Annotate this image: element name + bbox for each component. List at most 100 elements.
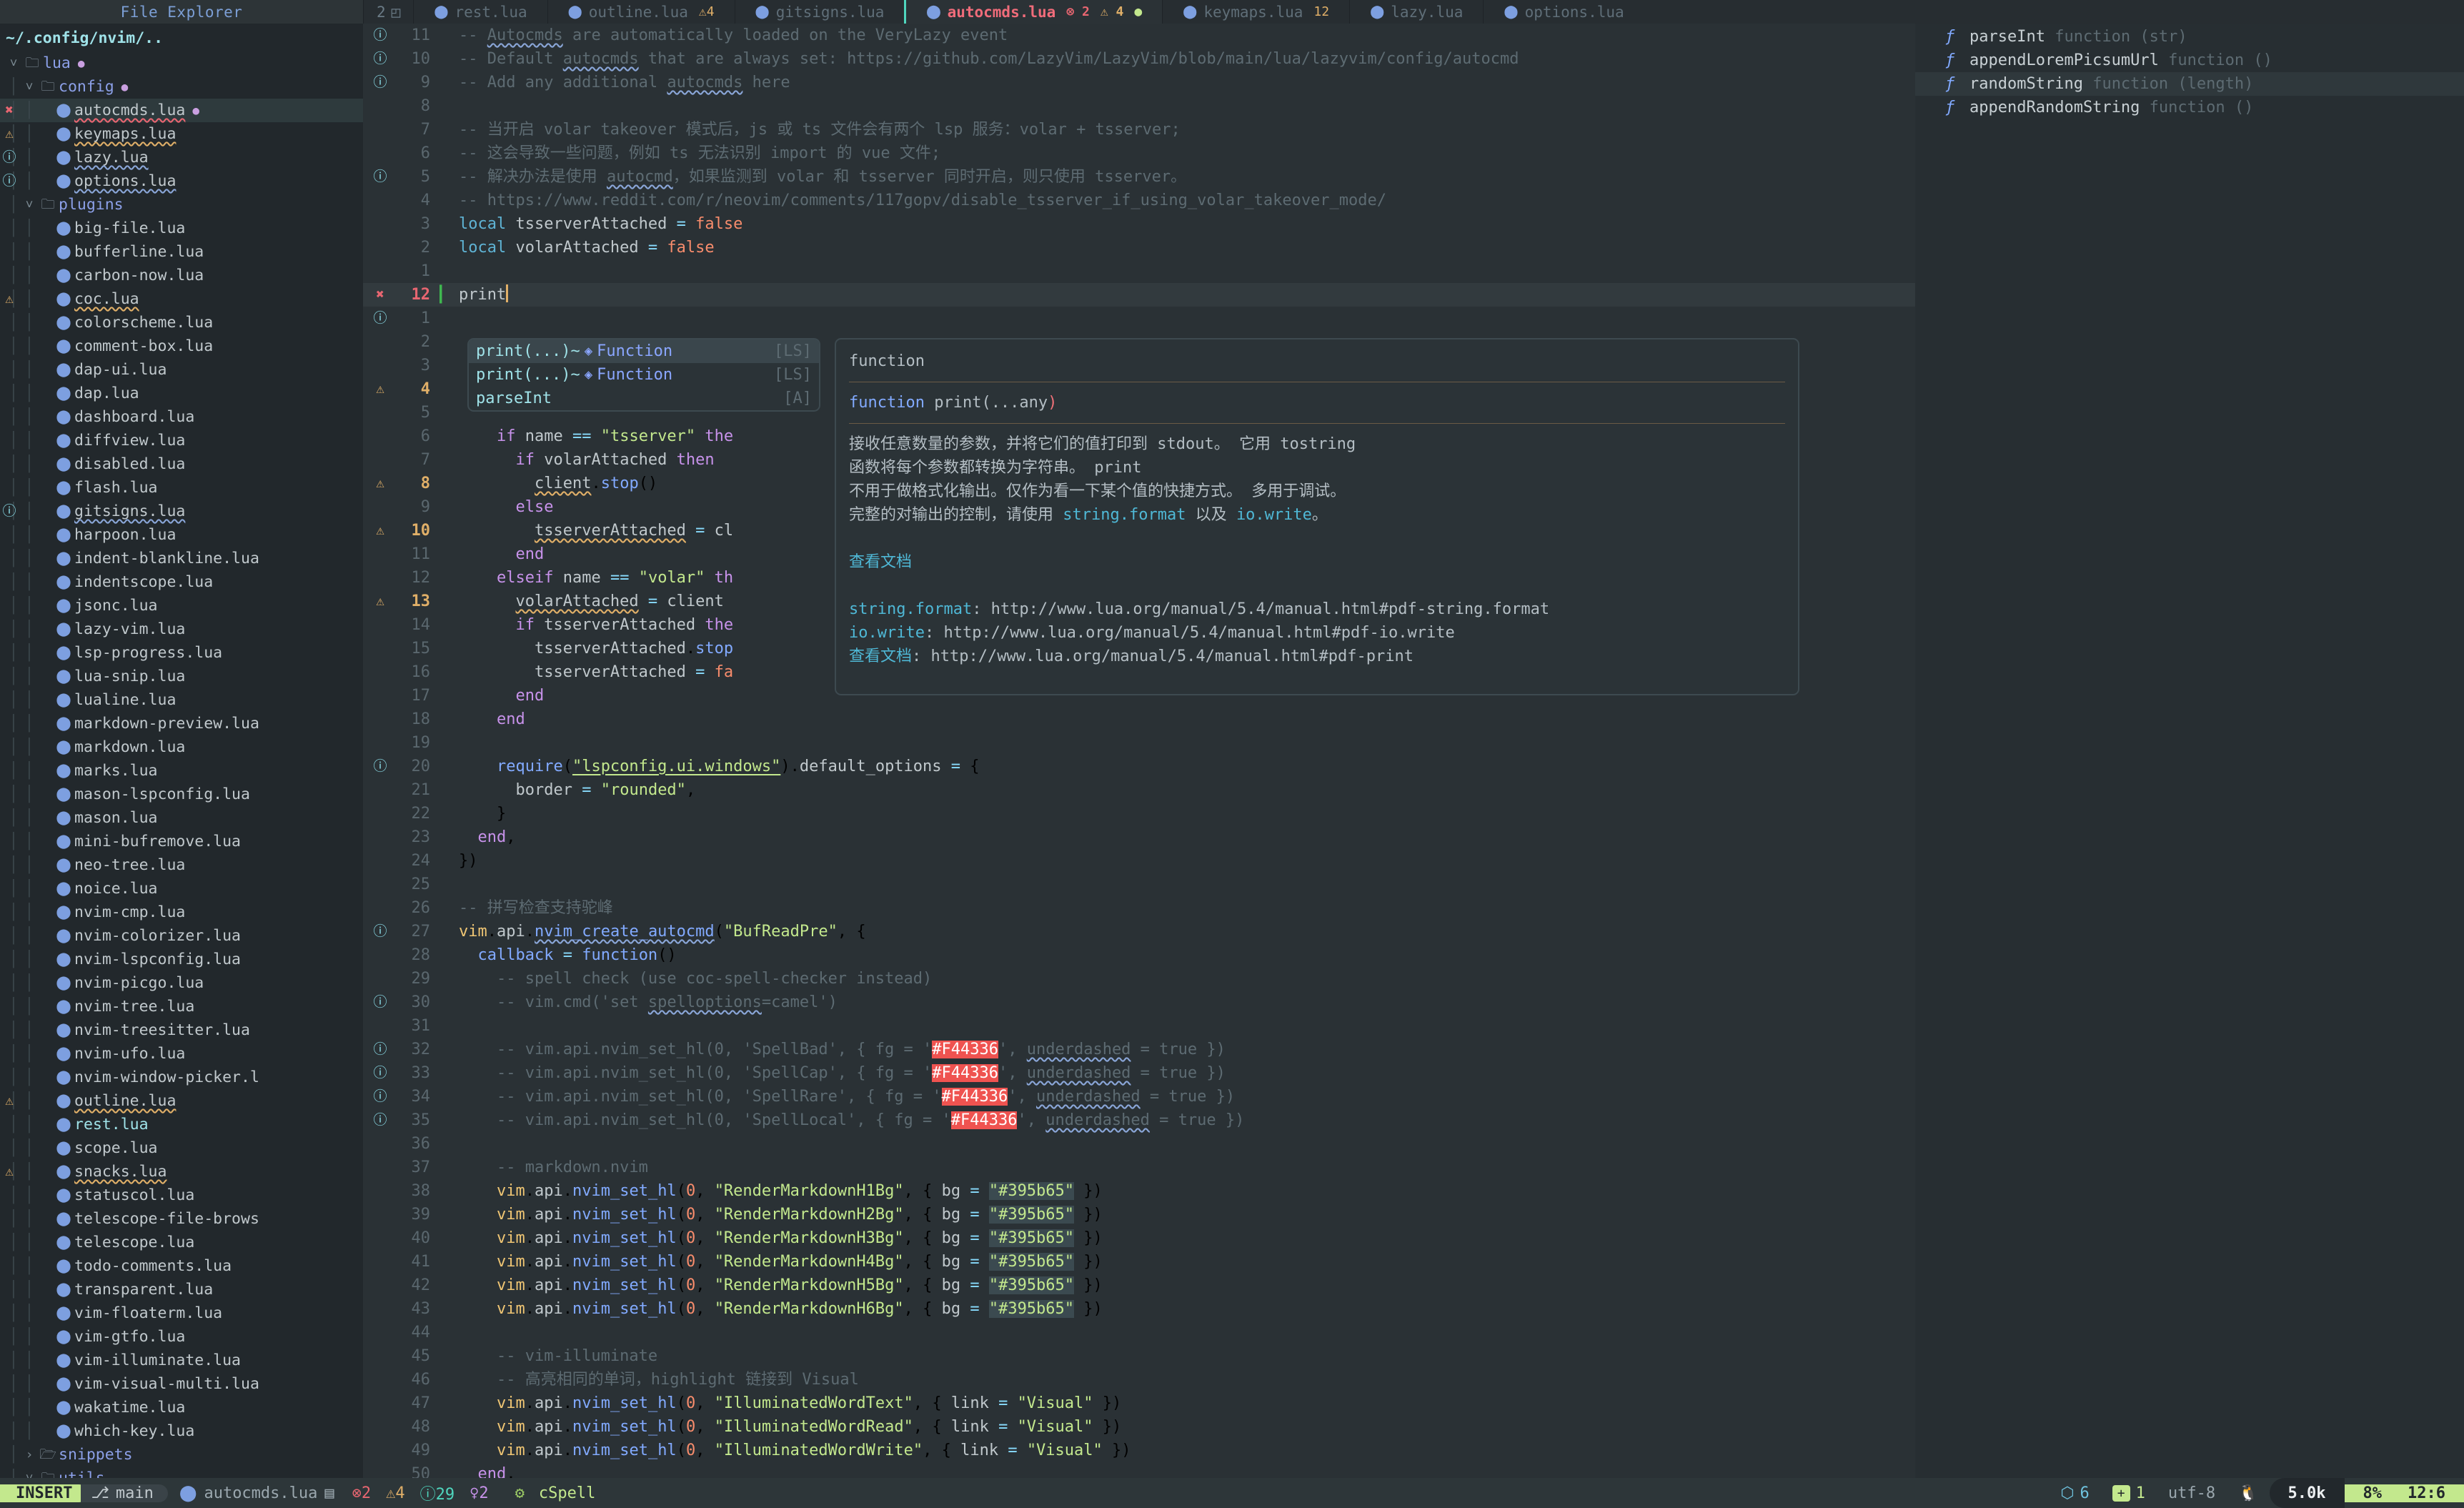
code-line[interactable]: ⓘ35 -- vim.api.nvim_set_hl(0, 'SpellLoca… <box>363 1108 1915 1132</box>
outline-item-appendLoremPicsumUrl[interactable]: ƒappendLoremPicsumUrl function () <box>1915 49 2464 72</box>
code-line[interactable]: 36 <box>363 1132 1915 1156</box>
code-line[interactable]: ⓘ5-- 解决办法是使用 autocmd，如果监测到 volar 和 tsser… <box>363 165 1915 189</box>
tree-file-nvim-treesitter-lua[interactable]: ││⬤nvim-treesitter.lua <box>0 1018 363 1042</box>
tree-file-big-file-lua[interactable]: ││⬤big-file.lua <box>0 217 363 240</box>
chevron-down-icon[interactable]: ˅ <box>21 1467 37 1478</box>
code-line[interactable]: 26-- 拼写检查支持驼峰 <box>363 896 1915 920</box>
code-line[interactable]: 45 -- vim-illuminate <box>363 1344 1915 1368</box>
chevron-down-icon[interactable]: ˅ <box>21 193 37 217</box>
code-line[interactable]: 23 end, <box>363 825 1915 849</box>
code-line[interactable]: ⓘ1 <box>363 307 1915 330</box>
tree-file-nvim-tree-lua[interactable]: ││⬤nvim-tree.lua <box>0 995 363 1018</box>
code-line[interactable]: 21 border = "rounded", <box>363 778 1915 802</box>
tab-autocmds-lua[interactable]: ⬤autocmds.lua⊗ 2⚠ 4● <box>904 0 1162 24</box>
tree-file-telescope-file-brows[interactable]: ││⬤telescope-file-brows <box>0 1207 363 1231</box>
code-line[interactable]: 29 -- spell check (use coc-spell-checker… <box>363 967 1915 991</box>
tree-file-keymaps-lua[interactable]: ⚠││⬤keymaps.lua <box>0 122 363 146</box>
code-line[interactable]: ✖12▎print <box>363 283 1915 307</box>
statusline-diag-err[interactable]: ⊗2 <box>352 1484 372 1502</box>
tree-file-jsonc-lua[interactable]: ││⬤jsonc.lua <box>0 594 363 617</box>
tree-file-dashboard-lua[interactable]: ││⬤dashboard.lua <box>0 405 363 429</box>
tab-rest-lua[interactable]: ⬤rest.lua <box>413 0 547 24</box>
tree-file-mason-lspconfig-lua[interactable]: ││⬤mason-lspconfig.lua <box>0 783 363 806</box>
tree-file-noice-lua[interactable]: ││⬤noice.lua <box>0 877 363 901</box>
code-line[interactable]: 44 <box>363 1321 1915 1344</box>
outline-item-parseInt[interactable]: ƒparseInt function (str) <box>1915 25 2464 49</box>
tree-file-lazy-lua[interactable]: ⓘ││⬤lazy.lua <box>0 146 363 169</box>
statusline-diag-hint[interactable]: ♀2 <box>470 1484 489 1502</box>
code-line[interactable]: ⓘ10-- Default autocmds that are always s… <box>363 47 1915 71</box>
tree-dir-config[interactable]: │˅🗀config● <box>0 75 363 99</box>
code-line[interactable]: 22 } <box>363 802 1915 825</box>
tree-dir-snippets[interactable]: │›🗁snippets <box>0 1443 363 1467</box>
tab-outline-lua[interactable]: ⬤outline.lua⚠4 <box>547 0 735 24</box>
buffer-count-indicator[interactable]: 2 ◰ <box>363 0 413 24</box>
code-line[interactable]: 49 vim.api.nvim_set_hl(0, "IlluminatedWo… <box>363 1439 1915 1462</box>
tree-file-nvim-cmp-lua[interactable]: ││⬤nvim-cmp.lua <box>0 901 363 924</box>
git-branch[interactable]: ⎇ main <box>81 1484 167 1502</box>
doc-see-docs-link[interactable]: 查看文档 <box>849 550 1785 574</box>
tree-file-outline-lua[interactable]: ⚠││⬤outline.lua <box>0 1089 363 1113</box>
tree-file-diffview-lua[interactable]: ││⬤diffview.lua <box>0 429 363 452</box>
tree-file-vim-gtfo-lua[interactable]: ││⬤vim-gtfo.lua <box>0 1325 363 1349</box>
code-line[interactable]: 42 vim.api.nvim_set_hl(0, "RenderMarkdow… <box>363 1274 1915 1297</box>
tree-file-neo-tree-lua[interactable]: ││⬤neo-tree.lua <box>0 853 363 877</box>
tree-file-nvim-window-picker-l[interactable]: ││⬤nvim-window-picker.l <box>0 1066 363 1089</box>
tree-file-carbon-now-lua[interactable]: ││⬤carbon-now.lua <box>0 264 363 287</box>
chevron-right-icon[interactable]: › <box>21 1443 37 1467</box>
code-line[interactable]: 31 <box>363 1014 1915 1038</box>
lsp-clients[interactable]: ⬡ 6 <box>2049 1484 2100 1502</box>
code-line[interactable]: 4-- https://www.reddit.com/r/neovim/comm… <box>363 189 1915 212</box>
tab-gitsigns-lua[interactable]: ⬤gitsigns.lua <box>735 0 905 24</box>
tree-file-gitsigns-lua[interactable]: ⓘ││⬤gitsigns.lua <box>0 500 363 523</box>
doc-link[interactable]: 查看文档: http://www.lua.org/manual/5.4/manu… <box>849 645 1785 668</box>
code-line[interactable]: 8 <box>363 94 1915 118</box>
completion-popup[interactable]: print(...)~◈Function[LS]print(...)~◈Func… <box>467 338 820 412</box>
code-line[interactable]: 43 vim.api.nvim_set_hl(0, "RenderMarkdow… <box>363 1297 1915 1321</box>
code-line[interactable]: 3local tsserverAttached = false <box>363 212 1915 236</box>
diagnostics-summary[interactable]: ⊗2⚠4ⓘ29♀2 <box>346 1482 505 1504</box>
statusline-diag-info[interactable]: ⓘ29 <box>420 1482 455 1504</box>
doc-link[interactable]: string.format: http://www.lua.org/manual… <box>849 597 1785 621</box>
tree-file-marks-lua[interactable]: ││⬤marks.lua <box>0 759 363 783</box>
tree-file-lualine-lua[interactable]: ││⬤lualine.lua <box>0 688 363 712</box>
gear-icon[interactable]: ⚙ <box>505 1484 535 1502</box>
chevron-down-icon[interactable]: ˅ <box>6 51 21 75</box>
code-line[interactable]: ⓘ27vim.api.nvim_create_autocmd("BufReadP… <box>363 920 1915 943</box>
tree-file-lua-snip-lua[interactable]: ││⬤lua-snip.lua <box>0 665 363 688</box>
completion-item[interactable]: parseInt[A] <box>469 387 819 410</box>
code-line[interactable]: 6-- 这会导致一些问题，例如 ts 无法识别 import 的 vue 文件; <box>363 142 1915 165</box>
tab-options-lua[interactable]: ⬤options.lua <box>1483 0 1644 24</box>
tree-file-which-key-lua[interactable]: ││⬤which-key.lua <box>0 1419 363 1443</box>
code-line[interactable]: 19 <box>363 731 1915 755</box>
tree-file-vim-illuminate-lua[interactable]: ││⬤vim-illuminate.lua <box>0 1349 363 1372</box>
tree-file-colorscheme-lua[interactable]: ││⬤colorscheme.lua <box>0 311 363 334</box>
outline-item-randomString[interactable]: ƒrandomString function (length) <box>1915 72 2464 96</box>
symbols-outline-panel[interactable]: ƒparseInt function (str)ƒappendLoremPics… <box>1915 24 2464 1478</box>
tree-file-mason-lua[interactable]: ││⬤mason.lua <box>0 806 363 830</box>
tree-file-vim-floaterm-lua[interactable]: ││⬤vim-floaterm.lua <box>0 1301 363 1325</box>
tree-file-rest-lua[interactable]: ││⬤rest.lua <box>0 1113 363 1136</box>
tree-file-nvim-colorizer-lua[interactable]: ││⬤nvim-colorizer.lua <box>0 924 363 948</box>
tree-file-dap-ui-lua[interactable]: ││⬤dap-ui.lua <box>0 358 363 382</box>
tree-file-telescope-lua[interactable]: ││⬤telescope.lua <box>0 1231 363 1254</box>
tree-file-statuscol-lua[interactable]: ││⬤statuscol.lua <box>0 1184 363 1207</box>
tree-file-nvim-lspconfig-lua[interactable]: ││⬤nvim-lspconfig.lua <box>0 948 363 971</box>
code-buffer[interactable]: ⓘ11-- Autocmds are automatically loaded … <box>363 24 1915 1478</box>
code-line[interactable]: ⓘ34 -- vim.api.nvim_set_hl(0, 'SpellRare… <box>363 1085 1915 1108</box>
code-line[interactable]: 48 vim.api.nvim_set_hl(0, "IlluminatedWo… <box>363 1415 1915 1439</box>
tree-file-disabled-lua[interactable]: ││⬤disabled.lua <box>0 452 363 476</box>
file-tree[interactable]: ˅🗀lua●│˅🗀config●✖││⬤autocmds.lua●⚠││⬤key… <box>0 51 363 1478</box>
tab-keymaps-lua[interactable]: ⬤keymaps.lua12 <box>1162 0 1349 24</box>
tree-file-nvim-ufo-lua[interactable]: ││⬤nvim-ufo.lua <box>0 1042 363 1066</box>
code-line[interactable]: 41 vim.api.nvim_set_hl(0, "RenderMarkdow… <box>363 1250 1915 1274</box>
tree-file-nvim-picgo-lua[interactable]: ││⬤nvim-picgo.lua <box>0 971 363 995</box>
tree-file-coc-lua[interactable]: ⚠││⬤coc.lua <box>0 287 363 311</box>
tree-file-comment-box-lua[interactable]: ││⬤comment-box.lua <box>0 334 363 358</box>
tree-file-markdown-lua[interactable]: ││⬤markdown.lua <box>0 735 363 759</box>
code-line[interactable]: ⓘ33 -- vim.api.nvim_set_hl(0, 'SpellCap'… <box>363 1061 1915 1085</box>
tree-file-indent-blankline-lua[interactable]: ││⬤indent-blankline.lua <box>0 547 363 570</box>
chevron-down-icon[interactable]: ˅ <box>21 75 37 99</box>
tree-file-flash-lua[interactable]: ││⬤flash.lua <box>0 476 363 500</box>
tree-file-bufferline-lua[interactable]: ││⬤bufferline.lua <box>0 240 363 264</box>
